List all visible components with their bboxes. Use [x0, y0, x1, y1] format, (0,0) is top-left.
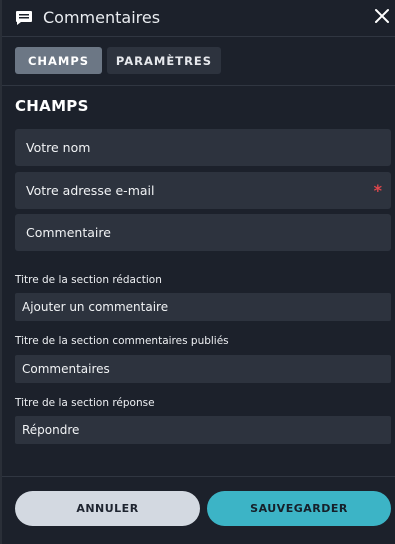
field-comment[interactable]: Commentaire	[15, 214, 391, 251]
section-title: CHAMPS	[15, 97, 89, 115]
footer-divider	[2, 476, 395, 477]
panel-edge	[0, 0, 2, 544]
cancel-button[interactable]: ANNULER	[15, 491, 200, 526]
tab-champs[interactable]: CHAMPS	[15, 47, 102, 74]
edit-section-title-label: Titre de la section rédaction	[15, 274, 162, 286]
panel-title: Commentaires	[43, 8, 161, 27]
required-marker: *	[373, 181, 382, 200]
field-label: Votre adresse e-mail	[26, 183, 155, 198]
field-email[interactable]: Votre adresse e-mail *	[15, 172, 391, 209]
field-name[interactable]: Votre nom	[15, 129, 391, 166]
field-label: Commentaire	[26, 225, 111, 240]
published-section-title-input[interactable]	[15, 355, 391, 383]
panel-header: Commentaires	[0, 0, 395, 36]
tabs-divider	[2, 85, 395, 86]
close-icon[interactable]	[372, 6, 392, 26]
edit-section-title-input[interactable]	[15, 293, 391, 321]
tab-parametres[interactable]: PARAMÈTRES	[107, 47, 221, 74]
comment-icon	[16, 11, 32, 25]
reply-section-title-label: Titre de la section réponse	[15, 397, 155, 409]
reply-section-title-input[interactable]	[15, 416, 391, 444]
save-button[interactable]: SAUVEGARDER	[207, 491, 391, 526]
field-label: Votre nom	[26, 140, 91, 155]
header-divider	[2, 36, 395, 37]
comments-panel: Commentaires CHAMPS PARAMÈTRES CHAMPS Vo…	[0, 0, 395, 544]
published-section-title-label: Titre de la section commentaires publiés	[15, 335, 229, 347]
